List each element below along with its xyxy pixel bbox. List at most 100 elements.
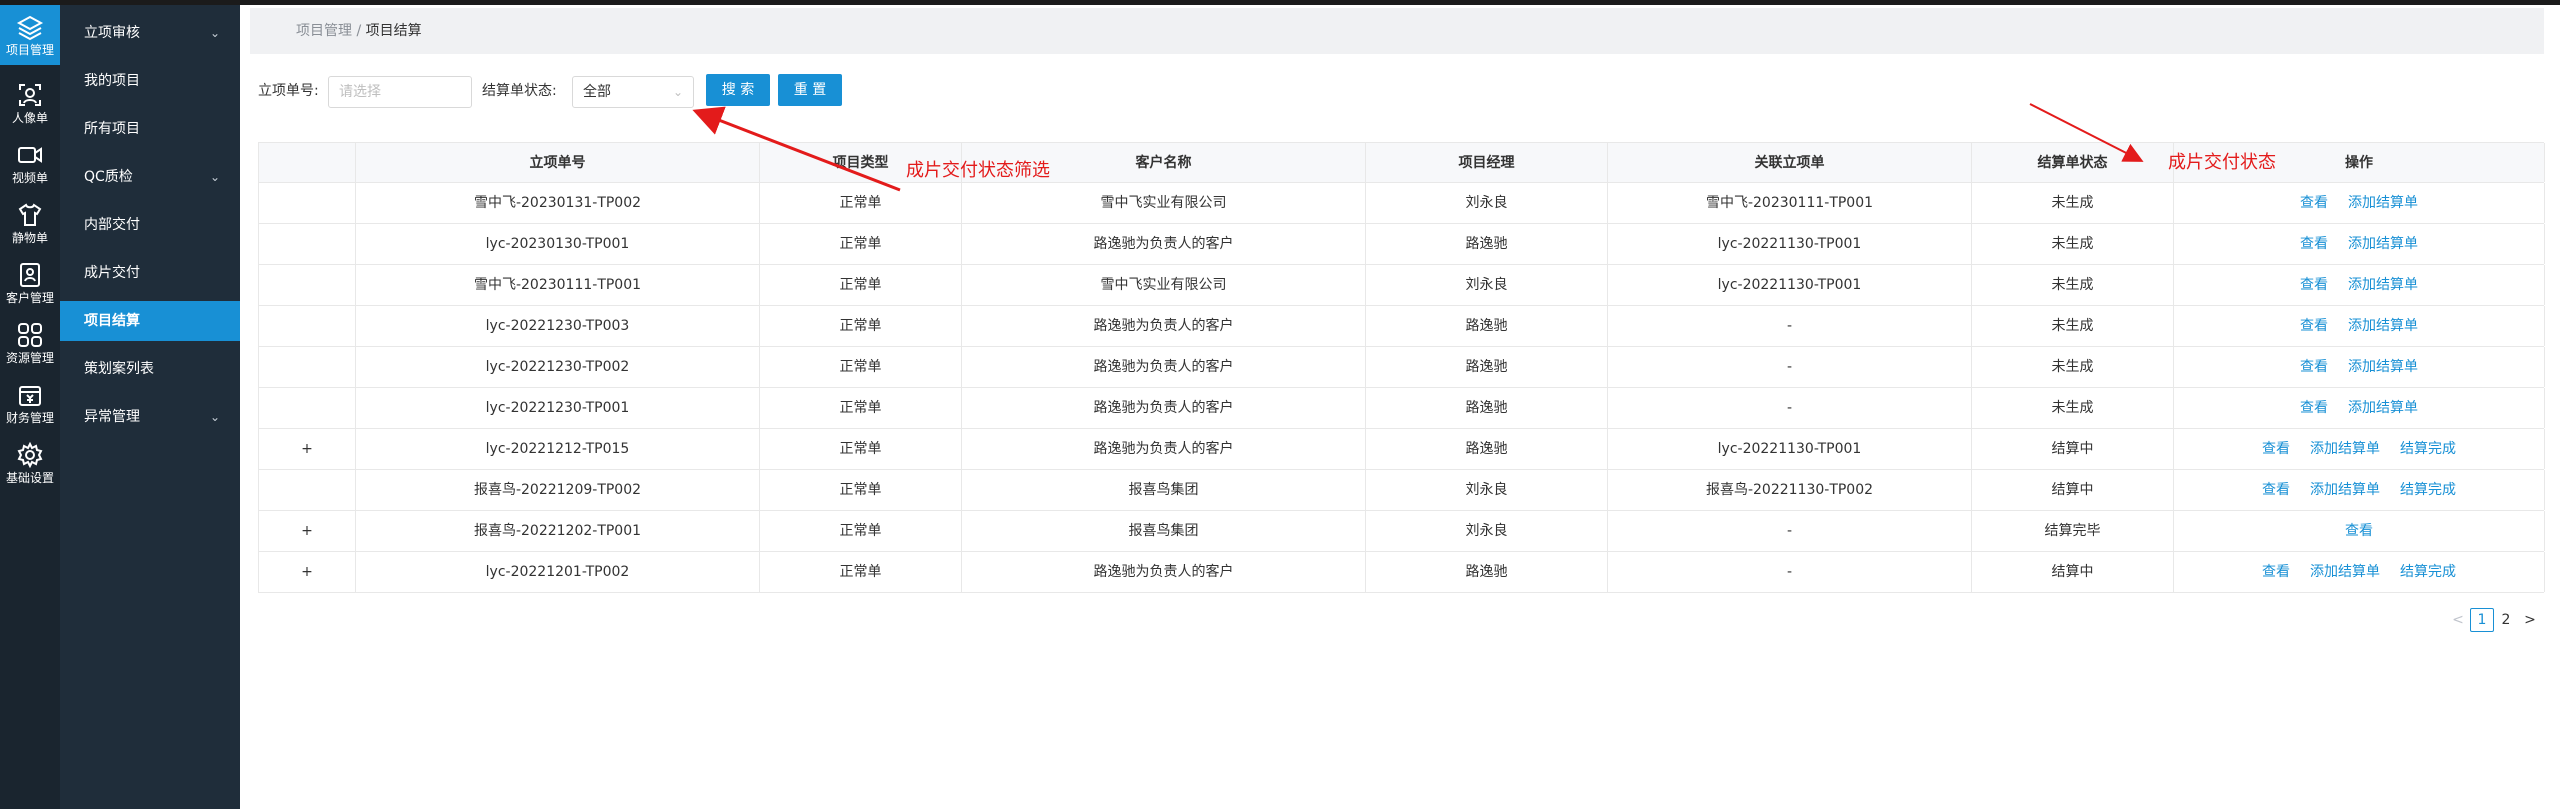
- view-link[interactable]: 查看: [2262, 441, 2290, 457]
- actions-cell: 查看 添加结算单 结算完成: [2174, 429, 2545, 469]
- table-row: 报喜鸟-20221209-TP002 正常单 报喜鸟集团 刘永良 报喜鸟-2022113…: [259, 470, 2545, 511]
- rail-item-project-mgmt[interactable]: 项目管理: [0, 5, 60, 65]
- customer-cell: 报喜鸟集团: [962, 470, 1366, 510]
- linked-project-cell: -: [1608, 347, 1972, 387]
- customer-cell: 报喜鸟集团: [962, 511, 1366, 551]
- customer-cell: 雪中飞实业有限公司: [962, 265, 1366, 305]
- submenu-item-4[interactable]: 内部交付: [60, 205, 240, 245]
- settlement-complete-link[interactable]: 结算完成: [2400, 441, 2456, 457]
- submenu-item-2[interactable]: 所有项目: [60, 109, 240, 149]
- submenu-item-label: 内部交付: [84, 217, 140, 233]
- rail-item-still[interactable]: 静物单: [0, 193, 60, 253]
- customer-cell: 路逸驰为负责人的客户: [962, 306, 1366, 346]
- expand-toggle[interactable]: +: [259, 511, 356, 551]
- submenu-item-1[interactable]: 我的项目: [60, 61, 240, 101]
- project-no-input[interactable]: [328, 76, 472, 108]
- rail-item-label: 资源管理: [5, 351, 54, 365]
- submenu-item-5[interactable]: 成片交付: [60, 253, 240, 293]
- add-settlement-link[interactable]: 添加结算单: [2348, 236, 2418, 252]
- manager-cell: 路逸驰: [1366, 347, 1608, 387]
- expand-toggle[interactable]: +: [259, 552, 356, 592]
- view-link[interactable]: 查看: [2300, 195, 2328, 211]
- add-settlement-link[interactable]: 添加结算单: [2348, 195, 2418, 211]
- project-type-cell: 正常单: [760, 552, 962, 592]
- rail-item-video[interactable]: 视频单: [0, 133, 60, 193]
- view-link[interactable]: 查看: [2262, 564, 2290, 580]
- expand-toggle: [259, 388, 356, 428]
- rail-item-label: 人像单: [11, 111, 48, 125]
- rail-item-resource[interactable]: 资源管理: [0, 313, 60, 373]
- chevron-down-icon: ⌄: [209, 410, 220, 424]
- add-settlement-link[interactable]: 添加结算单: [2348, 318, 2418, 334]
- settlement-status-cell: 结算中: [1972, 429, 2174, 469]
- view-link[interactable]: 查看: [2262, 482, 2290, 498]
- table-row: lyc-20221230-TP001 正常单 路逸驰为负责人的客户 路逸驰 - 未生成 查看…: [259, 388, 2545, 429]
- settlement-complete-link[interactable]: 结算完成: [2400, 482, 2456, 498]
- submenu-item-7[interactable]: 策划案列表: [60, 349, 240, 389]
- expand-toggle: [259, 347, 356, 387]
- add-settlement-link[interactable]: 添加结算单: [2310, 564, 2380, 580]
- settlement-complete-link[interactable]: 结算完成: [2400, 564, 2456, 580]
- add-settlement-link[interactable]: 添加结算单: [2348, 400, 2418, 416]
- view-link[interactable]: 查看: [2300, 359, 2328, 375]
- view-link[interactable]: 查看: [2300, 318, 2328, 334]
- project-no-cell: lyc-20221201-TP002: [356, 552, 760, 592]
- submenu-item-label: 立项审核: [84, 25, 140, 41]
- rail-item-finance[interactable]: 财务管理: [0, 373, 60, 433]
- status-select[interactable]: 全部 ⌄: [572, 76, 694, 108]
- actions-cell: 查看 添加结算单 结算完成: [2174, 552, 2545, 592]
- project-no-cell: 报喜鸟-20221202-TP001: [356, 511, 760, 551]
- rail-item-portrait[interactable]: 人像单: [0, 73, 60, 133]
- project-no-cell: 雪中飞-20230131-TP002: [356, 183, 760, 223]
- project-no-cell: 雪中飞-20230111-TP001: [356, 265, 760, 305]
- chevron-down-icon: ⌄: [672, 85, 683, 99]
- add-settlement-link[interactable]: 添加结算单: [2310, 482, 2380, 498]
- add-settlement-link[interactable]: 添加结算单: [2348, 359, 2418, 375]
- linked-project-cell: -: [1608, 511, 1972, 551]
- project-no-cell: 报喜鸟-20221209-TP002: [356, 470, 760, 510]
- breadcrumb-separator: /: [356, 23, 362, 39]
- expand-toggle: [259, 470, 356, 510]
- submenu-item-3[interactable]: QC质检 ⌄: [60, 157, 240, 197]
- add-settlement-link[interactable]: 添加结算单: [2348, 277, 2418, 293]
- page-1-button[interactable]: 1: [2470, 608, 2494, 632]
- table-row: 雪中飞-20230131-TP002 正常单 雪中飞实业有限公司 刘永良 雪中飞-202…: [259, 183, 2545, 224]
- next-page-button[interactable]: >: [2518, 608, 2542, 632]
- column-header: 关联立项单: [1608, 143, 1972, 182]
- page-2-button[interactable]: 2: [2494, 608, 2518, 632]
- search-button[interactable]: 搜 索: [706, 74, 770, 106]
- table-row: + lyc-20221212-TP015 正常单 路逸驰为负责人的客户 路逸驰 lyc-2…: [259, 429, 2545, 470]
- submenu-item-8[interactable]: 异常管理 ⌄: [60, 397, 240, 437]
- sub-menu: 立项审核 ⌄ 我的项目所有项目 QC质检 ⌄ 内部交付成片交付项目结算策划案列表异常管理 ⌄: [60, 5, 240, 809]
- settlement-status-cell: 未生成: [1972, 224, 2174, 264]
- view-link[interactable]: 查看: [2300, 400, 2328, 416]
- breadcrumb-parent[interactable]: 项目管理: [296, 23, 352, 39]
- add-settlement-link[interactable]: 添加结算单: [2310, 441, 2380, 457]
- submenu-item-6[interactable]: 项目结算: [60, 301, 240, 341]
- manager-cell: 路逸驰: [1366, 224, 1608, 264]
- rail-item-settings[interactable]: 基础设置: [0, 433, 60, 493]
- view-link[interactable]: 查看: [2300, 236, 2328, 252]
- chevron-down-icon: ⌄: [209, 26, 220, 40]
- customer-cell: 雪中飞实业有限公司: [962, 183, 1366, 223]
- expand-toggle: [259, 306, 356, 346]
- reset-button[interactable]: 重 置: [778, 74, 842, 106]
- project-no-cell: lyc-20221230-TP002: [356, 347, 760, 387]
- view-link[interactable]: 查看: [2300, 277, 2328, 293]
- view-link[interactable]: 查看: [2345, 523, 2373, 539]
- status-select-value: 全部: [583, 84, 611, 100]
- expand-toggle[interactable]: +: [259, 429, 356, 469]
- settlement-status-cell: 结算中: [1972, 470, 2174, 510]
- project-type-cell: 正常单: [760, 470, 962, 510]
- actions-cell: 查看 添加结算单 结算完成: [2174, 470, 2545, 510]
- prev-page-button[interactable]: <: [2446, 608, 2470, 632]
- manager-cell: 路逸驰: [1366, 306, 1608, 346]
- rail-item-customer[interactable]: 客户管理: [0, 253, 60, 313]
- column-header: 项目经理: [1366, 143, 1608, 182]
- table-row: + lyc-20221201-TP002 正常单 路逸驰为负责人的客户 路逸驰 - 结算中查…: [259, 552, 2545, 593]
- table-row: lyc-20221230-TP003 正常单 路逸驰为负责人的客户 路逸驰 - 未生成 查看…: [259, 306, 2545, 347]
- linked-project-cell: -: [1608, 388, 1972, 428]
- project-type-cell: 正常单: [760, 429, 962, 469]
- linked-project-cell: lyc-20221130-TP001: [1608, 429, 1972, 469]
- submenu-item-0[interactable]: 立项审核 ⌄: [60, 13, 240, 53]
